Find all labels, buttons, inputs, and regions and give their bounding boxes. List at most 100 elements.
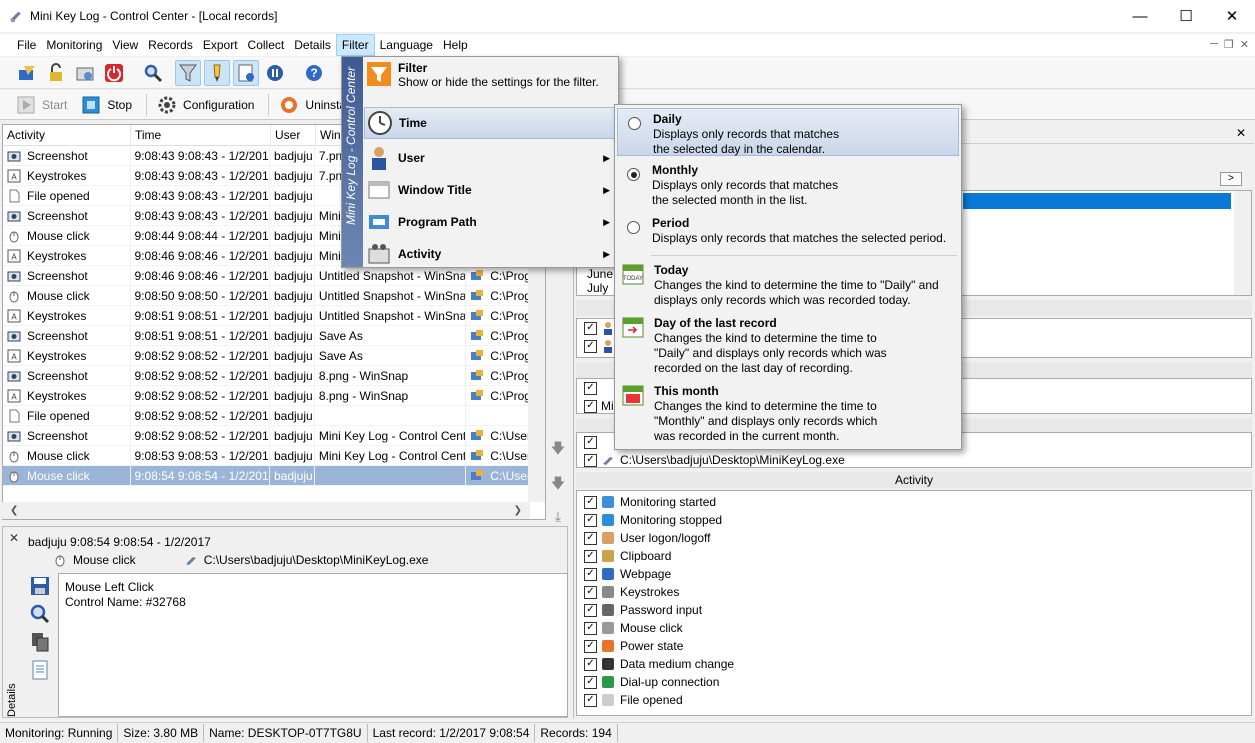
checkbox[interactable]: ✓ bbox=[584, 495, 597, 509]
activity-filter-row[interactable]: ✓ Mouse click bbox=[577, 619, 1251, 637]
menu-filter[interactable]: Filter bbox=[335, 34, 375, 56]
checkbox[interactable]: ✓ bbox=[584, 585, 597, 599]
mdi-restore-icon[interactable]: ❐ bbox=[1224, 38, 1234, 51]
table-row[interactable]: A Keystrokes 9:08:52 9:08:52 - 1/2/2017 bad… bbox=[3, 386, 545, 406]
table-row[interactable]: Screenshot 9:08:51 9:08:51 - 1/2/2017 badj… bbox=[3, 326, 545, 346]
menu-view[interactable]: View bbox=[107, 35, 143, 55]
checkbox[interactable]: ✓ bbox=[584, 603, 597, 617]
time-option-last-record[interactable]: Day of the last record Changes the kind … bbox=[617, 316, 959, 378]
column-time[interactable]: Time bbox=[131, 125, 271, 145]
menu-file[interactable]: File bbox=[12, 35, 41, 55]
table-row[interactable]: Mouse click 9:08:50 9:08:50 - 1/2/2017 bad… bbox=[3, 286, 545, 306]
table-row[interactable]: Screenshot 9:08:46 9:08:46 - 1/2/2017 badj… bbox=[3, 266, 545, 286]
help-icon[interactable]: ? bbox=[301, 60, 327, 86]
copy-icon[interactable] bbox=[29, 631, 51, 653]
move-down-more-icon[interactable]: 🡇 bbox=[551, 473, 565, 497]
pause-icon[interactable] bbox=[262, 60, 288, 86]
details-view-icon[interactable] bbox=[233, 59, 259, 86]
time-option-today[interactable]: TODAY Today Changes the kind to determin… bbox=[617, 263, 959, 311]
month-july[interactable]: July bbox=[587, 281, 613, 295]
close-button[interactable]: ✕ bbox=[1209, 0, 1255, 32]
path-row[interactable]: ✓ C:\Users\badjuju\Desktop\MiniKeyLog.exe bbox=[577, 451, 1251, 469]
search-icon[interactable] bbox=[140, 60, 166, 86]
checkbox[interactable]: ✓ bbox=[584, 549, 597, 563]
radio-period[interactable] bbox=[627, 221, 640, 234]
edit-records-icon[interactable] bbox=[14, 60, 40, 86]
menu-collect[interactable]: Collect bbox=[243, 35, 290, 55]
start-button[interactable]: Start bbox=[16, 95, 67, 115]
details-tab[interactable]: Details bbox=[6, 647, 24, 717]
zoom-icon[interactable] bbox=[29, 603, 51, 625]
table-row[interactable]: File opened 9:08:52 9:08:52 - 1/2/2017 bad… bbox=[3, 406, 545, 426]
move-bottom-icon[interactable]: ⤓ bbox=[555, 508, 561, 525]
details-close-icon[interactable]: ✕ bbox=[9, 531, 19, 545]
menu-records[interactable]: Records bbox=[143, 35, 198, 55]
maximize-button[interactable]: ☐ bbox=[1163, 0, 1209, 32]
configuration-button[interactable]: Configuration bbox=[157, 95, 254, 115]
column-user[interactable]: User bbox=[271, 125, 316, 145]
local-records-icon[interactable] bbox=[72, 60, 98, 86]
table-row[interactable]: Mouse click 9:08:53 9:08:53 - 1/2/2017 bad… bbox=[3, 446, 545, 466]
minimize-button[interactable]: — bbox=[1117, 0, 1163, 32]
scroll-left-icon[interactable]: ❮ bbox=[10, 505, 18, 516]
menu-item-time[interactable]: Time bbox=[364, 107, 618, 139]
month-june[interactable]: June bbox=[587, 267, 613, 281]
mdi-close-icon[interactable]: ✕ bbox=[1240, 38, 1249, 51]
activity-filter-row[interactable]: ✓ Clipboard bbox=[577, 547, 1251, 565]
menu-export[interactable]: Export bbox=[198, 35, 243, 55]
checkbox[interactable]: ✓ bbox=[584, 567, 597, 581]
radio-daily[interactable] bbox=[628, 117, 641, 130]
activity-filter-row[interactable]: ✓ Monitoring stopped bbox=[577, 511, 1251, 529]
menu-item-activity[interactable]: Activity ▶ bbox=[364, 239, 618, 269]
table-row[interactable]: A Keystrokes 9:08:52 9:08:52 - 1/2/2017 bad… bbox=[3, 346, 545, 366]
activity-filter-row[interactable]: ✓ Webpage bbox=[577, 565, 1251, 583]
menu-monitoring[interactable]: Monitoring bbox=[41, 35, 107, 55]
table-row[interactable]: A Keystrokes 9:08:51 9:08:51 - 1/2/2017 bad… bbox=[3, 306, 545, 326]
next-arrow-button[interactable]: > bbox=[1220, 172, 1242, 186]
records-horizontal-scrollbar[interactable]: ❮ ❯ bbox=[2, 502, 530, 519]
radio-monthly[interactable] bbox=[627, 168, 640, 181]
checkbox[interactable]: ✓ bbox=[584, 639, 597, 653]
document-icon[interactable] bbox=[29, 659, 51, 681]
menu-help[interactable]: Help bbox=[438, 35, 473, 55]
time-option-monthly[interactable]: Monthly Displays only records that match… bbox=[617, 163, 959, 211]
activity-filter-row[interactable]: ✓ Keystrokes bbox=[577, 583, 1251, 601]
checkbox[interactable]: ✓ bbox=[584, 435, 597, 449]
highlight-icon[interactable] bbox=[204, 59, 230, 86]
menu-language[interactable]: Language bbox=[375, 35, 438, 55]
checkbox[interactable]: ✓ bbox=[584, 399, 597, 413]
menu-details[interactable]: Details bbox=[289, 35, 336, 55]
filter-panel-close-icon[interactable]: ✕ bbox=[1236, 126, 1246, 140]
activity-filter-row[interactable]: ✓ Password input bbox=[577, 601, 1251, 619]
filter-toggle-icon[interactable] bbox=[175, 59, 201, 86]
checkbox[interactable]: ✓ bbox=[584, 453, 597, 467]
time-option-this-month[interactable]: This month Changes the kind to determine… bbox=[617, 384, 959, 446]
lock-icon[interactable] bbox=[43, 60, 69, 86]
mdi-minimize-icon[interactable]: ─ bbox=[1210, 38, 1218, 51]
time-option-period[interactable]: Period Displays only records that matche… bbox=[617, 216, 959, 250]
power-icon[interactable] bbox=[101, 60, 127, 86]
table-row[interactable]: Mouse click 9:08:54 9:08:54 - 1/2/2017 bad… bbox=[3, 466, 545, 486]
month-list-scrollbar[interactable] bbox=[1234, 191, 1251, 295]
checkbox[interactable]: ✓ bbox=[584, 321, 597, 335]
menu-item-program-path[interactable]: Program Path ▶ bbox=[364, 207, 618, 237]
activity-filter-row[interactable]: ✓ Data medium change bbox=[577, 655, 1251, 673]
save-icon[interactable] bbox=[29, 575, 51, 597]
time-option-daily[interactable]: Daily Displays only records that matches… bbox=[617, 108, 959, 156]
checkbox[interactable]: ✓ bbox=[584, 531, 597, 545]
table-row[interactable]: Screenshot 9:08:52 9:08:52 - 1/2/2017 badj… bbox=[3, 366, 545, 386]
menu-item-window-title[interactable]: Window Title ▶ bbox=[364, 175, 618, 205]
menu-item-filter[interactable]: Filter Show or hide the settings for the… bbox=[364, 61, 618, 101]
checkbox[interactable]: ✓ bbox=[584, 675, 597, 689]
checkbox[interactable]: ✓ bbox=[584, 339, 597, 353]
activity-filter-row[interactable]: ✓ User logon/logoff bbox=[577, 529, 1251, 547]
scroll-right-icon[interactable]: ❯ bbox=[514, 505, 522, 516]
checkbox[interactable]: ✓ bbox=[584, 513, 597, 527]
activity-filter-row[interactable]: ✓ Power state bbox=[577, 637, 1251, 655]
checkbox[interactable]: ✓ bbox=[584, 657, 597, 671]
column-activity[interactable]: Activity bbox=[3, 125, 131, 145]
checkbox[interactable]: ✓ bbox=[584, 621, 597, 635]
activity-filter-row[interactable]: ✓ File opened bbox=[577, 691, 1251, 709]
move-down-icon[interactable]: 🡇 bbox=[551, 438, 565, 462]
checkbox[interactable]: ✓ bbox=[584, 381, 597, 395]
